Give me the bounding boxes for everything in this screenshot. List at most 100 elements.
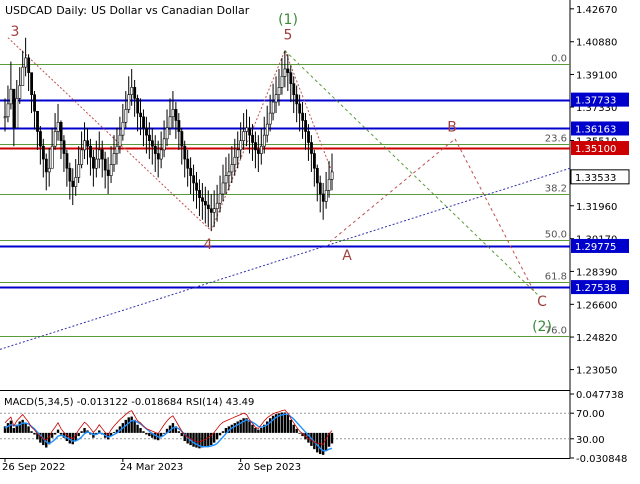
price-tag-label-red-1: 1.35100	[575, 144, 616, 155]
candle-body	[209, 208, 213, 213]
chart-root: 0.0 23.6 38.2 50.0 61.8 76.0 3 4 5 (1) A B C (2) 1.4…	[0, 0, 640, 480]
macd-bar	[112, 432, 116, 433]
indicator-label: MACD(5,34,5) -0.013122 -0.018684 RSI(14)…	[4, 397, 254, 408]
candle-body	[245, 127, 249, 132]
candle-body	[227, 171, 231, 176]
candle-body	[153, 145, 157, 154]
candle-body	[254, 142, 257, 151]
candle-body	[97, 149, 101, 160]
candle-body	[36, 110, 39, 132]
price-tag-label-blue-1: 1.37733	[575, 96, 616, 107]
candle-body	[30, 72, 34, 96]
candle-body	[265, 123, 269, 136]
candle-body	[56, 121, 60, 132]
indicator-tick-label: 0.047738	[576, 390, 624, 401]
candle-body	[159, 149, 163, 160]
candle-body	[304, 120, 307, 132]
candle-body	[212, 208, 216, 213]
macd-bar	[257, 429, 260, 433]
candle-body	[21, 66, 25, 86]
candle-body	[189, 167, 193, 176]
macd-bar	[286, 414, 290, 433]
macd-bar	[212, 432, 216, 443]
candle-body	[177, 120, 181, 132]
candle-body	[224, 175, 228, 184]
macd-bar	[283, 412, 287, 433]
candle-body	[259, 145, 263, 154]
wave-label-7: (2)	[532, 319, 552, 335]
candle-body	[236, 149, 240, 158]
fib-label-0: 0.0	[551, 54, 567, 65]
candle-body	[257, 149, 260, 154]
candle-body	[145, 127, 148, 136]
candle-body	[124, 109, 128, 123]
candle-body	[310, 142, 313, 154]
candle-body	[262, 134, 266, 147]
macd-bar	[27, 426, 30, 433]
candle-body	[289, 72, 293, 84]
macd-bar	[21, 419, 24, 433]
candle-body	[148, 134, 151, 141]
candle-body	[215, 202, 219, 210]
price-tick-label: 1.24820	[576, 333, 617, 344]
candle-body	[41, 145, 45, 160]
macd-bar	[162, 432, 166, 434]
macd-bar	[218, 432, 222, 436]
macd-bar	[136, 424, 139, 433]
candle-body	[324, 190, 328, 202]
candle-body	[330, 171, 334, 180]
candle-body	[27, 57, 31, 73]
candle-body	[130, 87, 134, 96]
candle-body	[327, 178, 331, 191]
price-tag-label-blue-3: 1.29775	[575, 242, 616, 253]
candle-body	[165, 127, 169, 140]
time-tick-label: 24 Mar 2023	[120, 462, 183, 473]
candle-body	[150, 140, 154, 147]
candle-body	[192, 175, 196, 184]
candle-body	[280, 76, 284, 88]
candle-body	[318, 182, 322, 195]
macd-bar	[139, 427, 142, 433]
price-tick-label: 1.26600	[576, 300, 617, 311]
last-price-tag-label: 1.33533	[575, 173, 616, 184]
candle-body	[86, 140, 89, 147]
candle-body	[277, 87, 281, 96]
candle-body	[248, 127, 252, 136]
candle-body	[239, 140, 243, 151]
macd-bar	[254, 427, 257, 433]
time-tick-label: 20 Sep 2023	[238, 462, 301, 473]
candle-body	[9, 88, 13, 105]
wave-label-5: B	[447, 119, 457, 135]
chart-svg: 0.023.638.250.061.876.0 345(1)ABC(2) 1.4…	[0, 0, 640, 480]
candle-body	[65, 153, 69, 169]
candle-body	[95, 158, 98, 169]
macd-bar	[9, 420, 13, 433]
candle-body	[162, 138, 166, 151]
candle-body	[171, 109, 175, 118]
candle-body	[53, 131, 57, 147]
candle-body	[274, 94, 278, 103]
candle-body	[71, 180, 75, 187]
macd-bar	[80, 431, 83, 433]
candle-body	[62, 140, 66, 154]
candle-body	[3, 116, 7, 119]
candle-body	[315, 167, 319, 184]
candle-body	[33, 94, 36, 112]
candle-body	[39, 131, 42, 147]
candle-body	[298, 103, 302, 114]
time-tick-label: 26 Sep 2022	[2, 462, 65, 473]
candle-body	[118, 134, 122, 147]
candle-body	[180, 131, 184, 147]
macd-bar	[53, 432, 57, 435]
fib-label-2: 38.2	[545, 184, 567, 195]
price-tag-label-blue-4: 1.27538	[575, 283, 616, 294]
macd-bar	[148, 432, 151, 437]
macd-bar	[12, 427, 16, 433]
price-tag-label-blue-2: 1.36163	[575, 124, 616, 135]
candle-body	[142, 116, 145, 129]
macd-bar	[298, 432, 301, 434]
candle-body	[186, 158, 190, 169]
candle-body	[6, 103, 10, 118]
macd-bar	[292, 424, 295, 433]
candle-body	[204, 201, 207, 206]
